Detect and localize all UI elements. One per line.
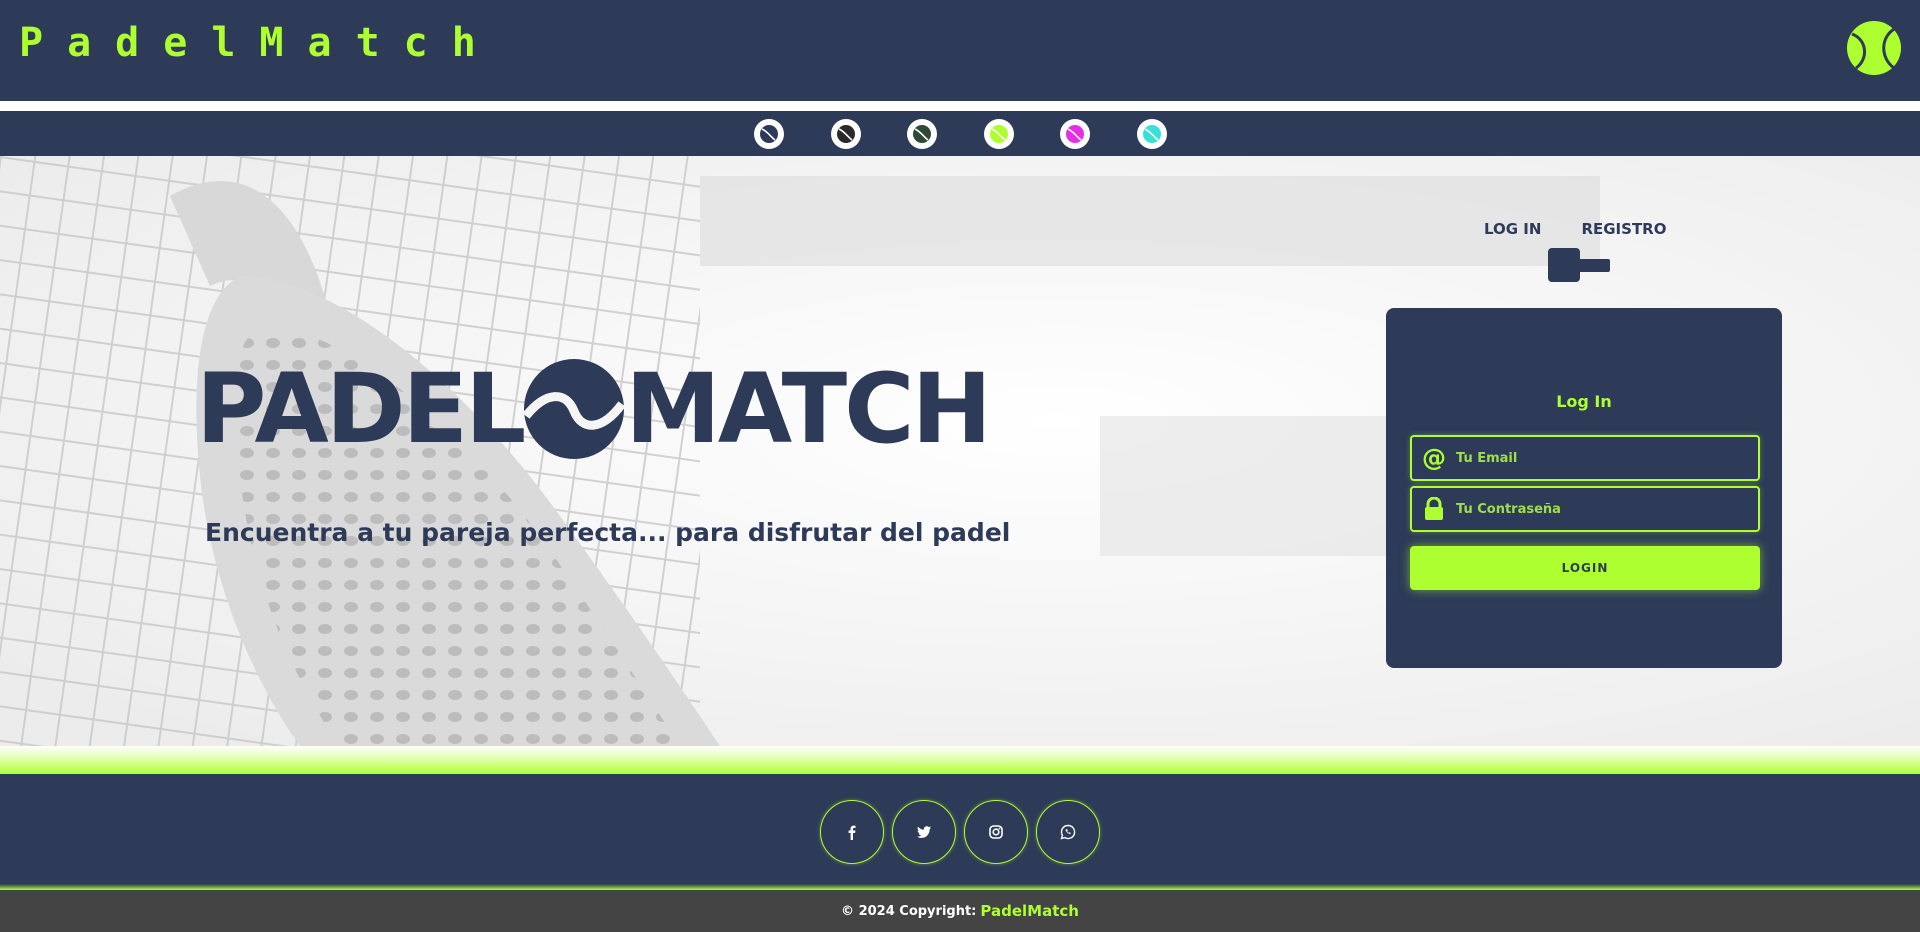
- ball-icon: [1143, 125, 1161, 143]
- at-sign-icon: @: [1422, 444, 1446, 472]
- copyright-text: © 2024 Copyright:: [841, 903, 977, 919]
- footer-glow-line: [0, 746, 1920, 774]
- ball-icon: [990, 125, 1008, 143]
- social-links: [820, 800, 1100, 864]
- password-input[interactable]: [1456, 488, 1758, 530]
- auth-tabs: LOG IN REGISTRO: [1484, 220, 1666, 238]
- login-card-title: Log In: [1556, 392, 1612, 411]
- twitter-icon: [917, 826, 931, 838]
- theme-dark-button[interactable]: [831, 119, 861, 149]
- login-card: Log In @ LOGIN: [1386, 308, 1782, 668]
- brand-title[interactable]: PadelMatch: [19, 20, 500, 66]
- facebook-button[interactable]: [820, 800, 884, 864]
- theme-cyan-button[interactable]: [1137, 119, 1167, 149]
- footer: [0, 774, 1920, 890]
- email-field[interactable]: @: [1410, 435, 1760, 481]
- hero-tagline: Encuentra a tu pareja perfecta... para d…: [205, 518, 1011, 547]
- instagram-icon: [989, 825, 1003, 839]
- ball-icon: [837, 125, 855, 143]
- lock-icon: [1412, 497, 1456, 521]
- logo-text-right: MATCH: [625, 353, 992, 465]
- twitter-button[interactable]: [892, 800, 956, 864]
- top-header: PadelMatch: [0, 0, 1920, 101]
- ball-icon: [1066, 125, 1084, 143]
- logo-text-left: PADEL: [196, 353, 526, 465]
- theme-lime-button[interactable]: [984, 119, 1014, 149]
- password-field[interactable]: [1410, 486, 1760, 532]
- theme-navy-button[interactable]: [754, 119, 784, 149]
- copyright-bar: © 2024 Copyright: PadelMatch: [0, 890, 1920, 932]
- theme-switcher: [0, 111, 1920, 156]
- auth-toggle-switch[interactable]: [1548, 248, 1612, 282]
- whatsapp-icon: [1060, 824, 1076, 840]
- theme-green-button[interactable]: [907, 119, 937, 149]
- theme-magenta-button[interactable]: [1060, 119, 1090, 149]
- tennis-ball-icon[interactable]: [1846, 20, 1902, 76]
- ball-icon: [913, 125, 931, 143]
- tab-login[interactable]: LOG IN: [1484, 220, 1541, 238]
- header-divider: [0, 101, 1920, 111]
- copyright-brand-link[interactable]: PadelMatch: [980, 902, 1079, 920]
- facebook-icon: [848, 825, 856, 840]
- ball-icon: [760, 125, 778, 143]
- tab-register[interactable]: REGISTRO: [1581, 220, 1666, 238]
- email-input[interactable]: [1456, 437, 1758, 479]
- padelmatch-logo: PADEL MATCH: [196, 353, 992, 465]
- whatsapp-button[interactable]: [1036, 800, 1100, 864]
- login-button[interactable]: LOGIN: [1410, 546, 1760, 590]
- tennis-ball-icon: [522, 359, 626, 459]
- instagram-button[interactable]: [964, 800, 1028, 864]
- toggle-knob[interactable]: [1548, 248, 1580, 282]
- hero-section: PADEL MATCH Encuentra a tu pareja perfec…: [0, 156, 1920, 746]
